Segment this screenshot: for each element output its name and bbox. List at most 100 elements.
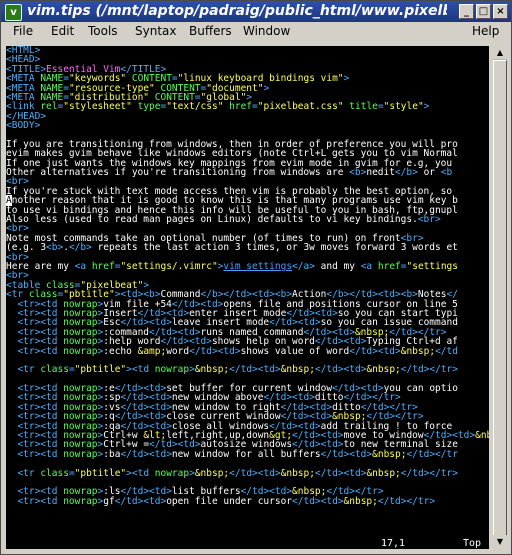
minimize-button[interactable]: _ xyxy=(459,4,474,19)
vim-icon[interactable]: v xyxy=(5,4,22,21)
code-token: </td xyxy=(435,345,458,357)
code-token: </td><td> xyxy=(229,467,281,479)
scroll-position: Top xyxy=(463,538,482,549)
menu-bar: File Edit Tools Syntax Buffers Window He… xyxy=(2,22,510,42)
text-editor[interactable]: <HTML> <HEAD> <TITLE>Essential Vim</TITLE>… xyxy=(6,46,489,548)
menu-help[interactable]: Help xyxy=(472,24,499,38)
code-token: nowrap xyxy=(154,364,190,376)
code-token: </b> xyxy=(68,242,92,254)
code-token: nowrap xyxy=(154,467,190,479)
code-token: "text/css" xyxy=(166,101,224,113)
code-token: </td></tr xyxy=(406,448,458,460)
code-token: <tr xyxy=(6,364,41,376)
code-token: open file under cursor xyxy=(166,495,293,507)
code-token: nedit xyxy=(366,167,395,179)
editor-line: </HEAD> xyxy=(6,111,489,121)
code-token: &nbsp; xyxy=(194,467,230,479)
code-token: </td><td> xyxy=(189,345,241,357)
code-token: :ba xyxy=(103,448,121,460)
code-token: "settings/.vimrc" xyxy=(120,260,218,272)
code-token: &nbsp; xyxy=(372,448,407,460)
window-title: vim.tips (/mnt/laptop/padraig/public_htm… xyxy=(27,3,447,19)
code-token: and my xyxy=(314,260,361,272)
code-token: > xyxy=(423,101,430,113)
code-token: <BODY> xyxy=(6,120,41,132)
code-token: word xyxy=(166,345,190,357)
code-token: <a xyxy=(360,260,378,272)
code-token: ><td xyxy=(126,364,155,376)
code-token: </td><td> xyxy=(314,364,367,376)
menu-window[interactable]: Window xyxy=(243,24,290,38)
editor-line: (e.g. 3<b>.</b> repeats the last action … xyxy=(6,242,489,254)
editor-line: <tr><td nowrap>:ba</td><td>new window fo… xyxy=(6,448,489,460)
code-token: <b> xyxy=(349,167,367,179)
code-token: </td></tr> xyxy=(377,495,436,507)
code-token: title xyxy=(343,101,378,113)
code-token: </td><td> xyxy=(229,364,281,376)
code-token: &nbsp; xyxy=(400,345,436,357)
code-token: </td><td> xyxy=(320,448,373,460)
code-token: nowrap xyxy=(63,448,98,460)
title-bar[interactable]: v vim.tips (/mnt/laptop/padraig/public_h… xyxy=(1,1,511,22)
maximize-button[interactable]: □ xyxy=(476,4,491,19)
code-token: &nb xyxy=(475,430,489,442)
code-token: class xyxy=(40,467,69,479)
code-token: or xyxy=(417,167,441,179)
status-line: 17,1 Top xyxy=(6,538,489,549)
editor-line: Here are my <a href="settings/.vimrc">vi… xyxy=(6,260,489,272)
menu-tools[interactable]: Tools xyxy=(88,24,118,38)
code-token: <br> xyxy=(417,214,441,226)
menu-edit[interactable]: Edit xyxy=(51,24,74,38)
scroll-up-icon[interactable]: ▲ xyxy=(493,46,507,59)
code-token: </td><td> xyxy=(114,495,167,507)
code-token: &nbsp; xyxy=(366,364,401,376)
code-token: href xyxy=(223,101,253,113)
code-token: href xyxy=(377,260,401,272)
code-token: shows value of word xyxy=(240,345,350,357)
scrollbar-thumb[interactable] xyxy=(493,60,507,536)
code-token: &nbsp; xyxy=(343,495,378,507)
menu-file[interactable]: File xyxy=(13,24,33,38)
code-token: > xyxy=(343,73,350,85)
editor-line: <tr><td nowrap>gf</td><td>open file unde… xyxy=(6,495,489,507)
code-token: "settings xyxy=(406,260,458,272)
code-token: type xyxy=(131,101,161,113)
code-token: </td><td> xyxy=(120,448,172,460)
cursor-position: 17,1 xyxy=(381,538,406,549)
code-token: <b> xyxy=(46,242,64,254)
editor-line: <tr class="pbtitle"><td nowrap>&nbsp;</t… xyxy=(6,467,489,479)
code-token: <tr><td xyxy=(6,345,64,357)
code-token: </td><td> xyxy=(292,495,344,507)
code-token: "pbtitle" xyxy=(74,364,127,376)
code-token: "style" xyxy=(383,101,424,113)
menu-buffers[interactable]: Buffers xyxy=(189,24,232,38)
vertical-scrollbar[interactable]: ▲ ▼ xyxy=(493,46,507,548)
code-token: &nbsp; xyxy=(280,364,315,376)
code-token: nowrap xyxy=(63,495,98,507)
menu-syntax[interactable]: Syntax xyxy=(135,24,176,38)
code-token: :echo xyxy=(103,345,138,357)
code-token: &amp; xyxy=(137,345,167,357)
code-token: "stylesheet" xyxy=(63,101,132,113)
code-token: nowrap xyxy=(63,345,98,357)
code-token: <a xyxy=(74,260,92,272)
close-button[interactable]: × xyxy=(493,4,508,19)
code-token: Also less (used to read man pages on Lin… xyxy=(6,214,418,226)
editor-line: <link rel="stylesheet" type="text/css" h… xyxy=(6,101,489,113)
code-token: Other alternatives if you're transitioni… xyxy=(6,167,350,179)
code-token: repeats the last action 3 times, or 3w m… xyxy=(91,242,458,254)
editor-line: <HTML> xyxy=(6,46,489,55)
code-token: </b> xyxy=(394,167,418,179)
code-token: > xyxy=(263,82,270,94)
code-token: </td><td> xyxy=(314,467,367,479)
code-token: </a> xyxy=(292,260,315,272)
scroll-down-icon[interactable]: ▼ xyxy=(493,535,507,548)
code-token: class xyxy=(40,364,69,376)
editor-line: Also less (used to read man pages on Lin… xyxy=(6,214,489,226)
vim-window: v vim.tips (/mnt/laptop/padraig/public_h… xyxy=(0,0,512,555)
code-token: &nbsp; xyxy=(280,467,315,479)
code-token: &nbsp; xyxy=(194,364,230,376)
editor-line: <tr><td nowrap>:echo &amp;word</td><td>s… xyxy=(6,345,489,357)
editor-line: <BODY> xyxy=(6,120,489,132)
code-token: </td></tr> xyxy=(400,364,458,376)
